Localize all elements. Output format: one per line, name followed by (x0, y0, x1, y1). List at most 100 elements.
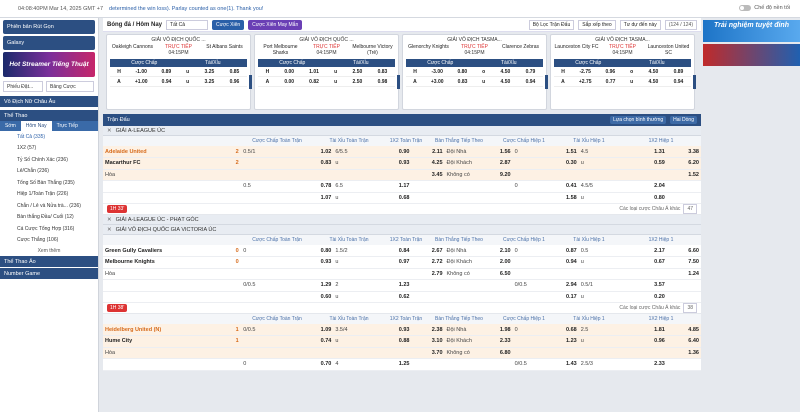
odds-cell[interactable]: 0.89 (674, 69, 684, 75)
odds-cell[interactable]: 0.70 (301, 358, 334, 371)
match-card[interactable]: GIẢI VÔ ĐỊCH QUỐC ... Oakleigh Cannons TRỰ… (106, 34, 252, 110)
odds-cell[interactable]: 6.20 (666, 157, 701, 170)
match-card[interactable]: GIẢI VÔ ĐỊCH QUỐC ... Port Melbourne Shar… (254, 34, 400, 110)
odds-cell[interactable]: 0.79 (526, 69, 536, 75)
odds-cell[interactable]: 1.07 (301, 192, 334, 204)
odds-cell[interactable]: 1.09 (301, 324, 334, 336)
sidebar-item[interactable]: Chẵn / Lẻ và Nửa trà... (236) (0, 200, 98, 212)
odds-cell[interactable]: 0.17 (546, 291, 579, 303)
odds-cell[interactable]: 3.38 (666, 146, 701, 158)
sidebar-item[interactable]: Bàn thắng Đầu/ Cuối (12) (0, 212, 98, 224)
sidebar-item[interactable]: 1X2 (57) (0, 143, 98, 155)
odds-cell[interactable]: 1.36 (666, 347, 701, 359)
odds-cell[interactable]: 3.10 (411, 335, 445, 348)
league-header[interactable]: ✕ GIẢI A-LEAGUE ÚC - PHẠT GÓC (103, 215, 701, 225)
toggle-switch-icon[interactable] (739, 5, 752, 11)
odds-cell[interactable]: 2.17 (606, 245, 667, 257)
odds-cell[interactable]: 2.04 (606, 180, 667, 193)
odds-cell[interactable]: 0.41 (546, 180, 579, 193)
sidebar-item[interactable]: Lẻ/Chẵn (236) (0, 166, 98, 178)
market-select[interactable]: Tất Cả (166, 19, 209, 30)
odds-cell[interactable]: 0.98 (378, 79, 388, 85)
match-card[interactable]: GIẢI VÔ ĐỊCH TASMA... Glenorchy Knights TR… (402, 34, 548, 110)
league-header[interactable]: ✕ GIẢI VÔ ĐỊCH QUỐC GIA VICTORIA ÚC (103, 225, 701, 235)
odds-cell[interactable]: 1.17 (383, 180, 412, 193)
odds-cell[interactable]: 0.59 (606, 157, 667, 170)
scroll-arrow-icon[interactable] (249, 75, 252, 89)
odds-cell[interactable]: 6.80 (482, 347, 513, 359)
odds-cell[interactable]: 1.98 (482, 324, 513, 336)
collapse-icon[interactable]: ✕ (107, 227, 112, 233)
odds-cell[interactable]: 9.20 (482, 169, 513, 181)
odds-cell[interactable]: 1.56 (482, 146, 513, 158)
sidebar-item[interactable]: Tỷ Số Chính Xác (236) (0, 154, 98, 166)
odds-cell[interactable]: 0.97 (383, 256, 412, 269)
odds-cell[interactable]: 0.90 (383, 146, 412, 158)
scroll-arrow-icon[interactable] (397, 75, 400, 89)
sidebar-item[interactable]: Tất Cả (335) (0, 131, 98, 143)
sort-select[interactable]: Sắp xếp theo (578, 19, 616, 30)
odds-cell[interactable]: 1.52 (666, 169, 701, 181)
galaxy-button[interactable]: Galaxy (3, 36, 95, 50)
odds-cell[interactable]: 0.83 (458, 79, 468, 85)
bet-slip-select[interactable]: Phiếu Đặt... (3, 81, 43, 92)
odds-cell[interactable]: 1.23 (546, 335, 579, 348)
odds-cell[interactable]: 4.25 (411, 157, 445, 170)
sidebar-item[interactable]: Hiệp 1/Toàn Trận (226) (0, 189, 98, 201)
ad-banner-experience[interactable]: Trải nghiệm tuyệt đỉnh (703, 20, 800, 42)
odds-cell[interactable]: 0.62 (383, 291, 412, 303)
odds-cell[interactable]: 0.30 (546, 157, 579, 170)
odds-cell[interactable]: 3.57 (606, 279, 667, 292)
odds-cell[interactable]: 2.10 (482, 245, 513, 257)
odds-cell[interactable]: 0.94 (674, 79, 684, 85)
tab-today[interactable]: Hôm Nay (20, 121, 52, 131)
odds-cell[interactable]: 1.23 (383, 279, 412, 292)
odds-cell[interactable]: 2.33 (482, 335, 513, 348)
champions-section[interactable]: Vô Địch Nữ Châu Âu (0, 96, 98, 107)
odds-cell[interactable]: 0.80 (301, 245, 334, 257)
odds-cell[interactable]: 0.68 (546, 324, 579, 336)
number-game-section[interactable]: Number Game (0, 268, 98, 279)
virtual-sports-section[interactable]: Thể Thao Ảo (0, 256, 98, 267)
odds-cell[interactable]: 0.82 (309, 79, 319, 85)
view-option-select[interactable]: Lựa chọn bình thường (610, 116, 667, 124)
odds-cell[interactable]: 0.83 (301, 157, 334, 170)
odds-cell[interactable]: 1.31 (606, 146, 667, 158)
line-option-select[interactable]: Hai Dòng (670, 116, 697, 124)
scroll-arrow-icon[interactable] (545, 75, 548, 89)
odds-cell[interactable]: 0.60 (301, 291, 334, 303)
compact-version-button[interactable]: Phiên bản Rút Gọn (3, 20, 95, 34)
odds-cell[interactable]: 0.88 (383, 335, 412, 348)
odds-cell[interactable]: 2.00 (482, 256, 513, 269)
odds-cell[interactable]: 6.40 (666, 335, 701, 348)
tab-live[interactable]: Trực Tiếp (52, 121, 83, 131)
odds-cell[interactable]: 1.43 (546, 358, 579, 371)
odds-cell[interactable]: 0.93 (383, 157, 412, 170)
sidebar-item[interactable]: Tổng Số Bàn Thắng (235) (0, 177, 98, 189)
odds-cell[interactable]: 2.33 (606, 358, 667, 371)
odds-cell[interactable]: 0.67 (606, 256, 667, 269)
odds-cell[interactable]: 1.01 (309, 69, 319, 75)
odds-cell[interactable]: 1.51 (546, 146, 579, 158)
odds-cell[interactable]: 1.58 (546, 192, 579, 204)
odds-cell[interactable]: 2.67 (411, 245, 445, 257)
odds-cell[interactable]: 0.83 (378, 69, 388, 75)
odds-cell[interactable]: 2.72 (411, 256, 445, 269)
odds-cell[interactable]: 0.93 (301, 256, 334, 269)
odds-cell[interactable]: 0.94 (162, 79, 172, 85)
odds-cell[interactable]: 0.80 (457, 69, 467, 75)
odds-cell[interactable]: 2.38 (411, 324, 445, 336)
odds-cell[interactable]: 0.96 (230, 79, 240, 85)
sidebar-item[interactable]: Cá Cược Tổng Hợp (316) (0, 223, 98, 235)
odds-cell[interactable]: 0.89 (161, 69, 171, 75)
scroll-arrow-icon[interactable] (693, 75, 696, 89)
sports-section[interactable]: Thể Thao (0, 110, 98, 121)
odds-cell[interactable]: 7.50 (666, 256, 701, 269)
odds-cell[interactable]: 0.94 (526, 79, 536, 85)
odds-cell[interactable]: 0.20 (606, 291, 667, 303)
odds-cell[interactable]: 4.85 (666, 324, 701, 336)
ad-banner-football[interactable] (703, 44, 800, 66)
league-header[interactable]: ✕ GIẢI A-LEAGUE ÚC (103, 126, 701, 136)
match-card[interactable]: GIẢI VÔ ĐỊCH TASMA... Launceston City FC T… (550, 34, 696, 110)
more-markets-count[interactable]: 47 (683, 204, 697, 214)
